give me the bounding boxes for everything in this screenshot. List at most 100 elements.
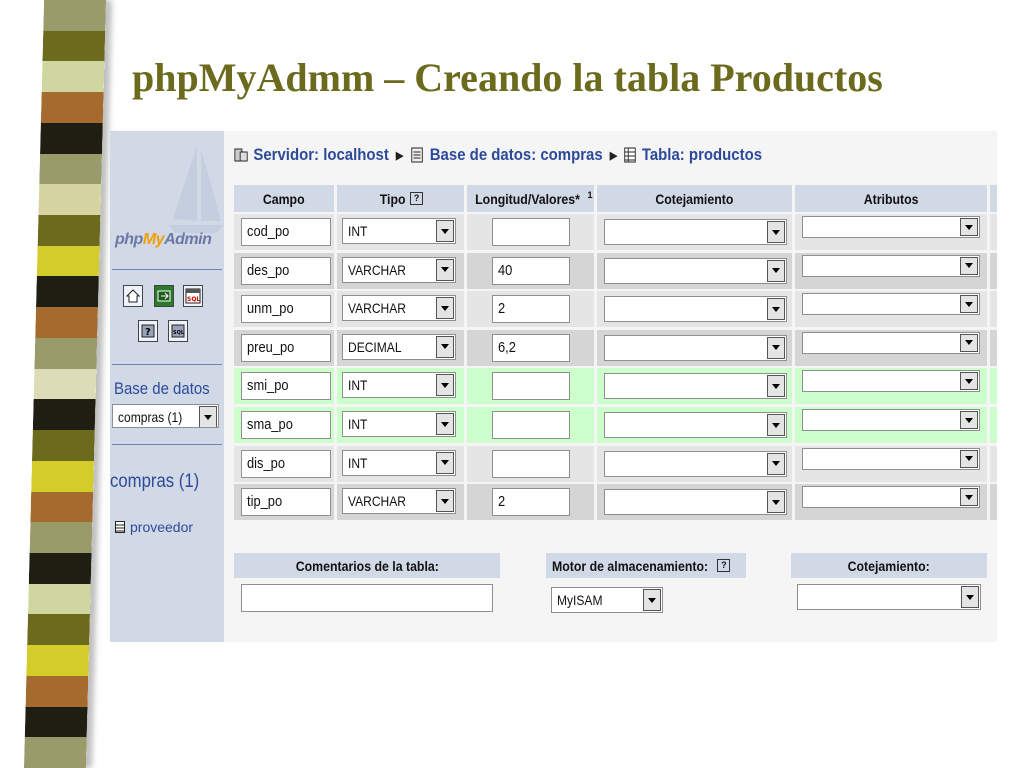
sidebar-table-proveedor[interactable]: proveedor bbox=[115, 519, 193, 535]
chevron-down-icon[interactable] bbox=[767, 221, 785, 243]
chevron-down-icon[interactable] bbox=[436, 258, 454, 281]
table-collation-select[interactable] bbox=[797, 584, 981, 610]
chevron-down-icon[interactable] bbox=[960, 488, 978, 507]
breadcrumb-server-label: Servidor: localhost bbox=[253, 145, 389, 164]
field-attributes-select[interactable] bbox=[802, 331, 980, 354]
chevron-down-icon[interactable] bbox=[961, 586, 979, 608]
storage-engine-value: MyISAM bbox=[557, 592, 603, 608]
breadcrumb-database-label: Base de datos: compras bbox=[429, 145, 603, 164]
field-collation-select[interactable] bbox=[604, 412, 787, 438]
svg-text:SQL: SQL bbox=[173, 330, 185, 336]
column-header-longitud: Longitud/Valores* 1 bbox=[467, 185, 594, 212]
field-length-input[interactable]: 2 bbox=[492, 295, 570, 324]
column-header-cotejamiento: Cotejamiento bbox=[597, 185, 792, 212]
field-name-input[interactable]: cod_po bbox=[241, 218, 331, 246]
field-type-select[interactable]: VARCHAR bbox=[342, 256, 456, 283]
chevron-down-icon[interactable] bbox=[767, 452, 785, 475]
field-name-input[interactable]: des_po bbox=[241, 256, 331, 285]
chevron-down-icon[interactable] bbox=[436, 413, 454, 435]
stripe bbox=[38, 184, 102, 217]
chevron-down-icon[interactable] bbox=[436, 220, 454, 242]
chevron-down-icon[interactable] bbox=[643, 589, 661, 611]
home-icon[interactable] bbox=[123, 285, 143, 307]
stripe bbox=[31, 430, 95, 462]
field-attributes-select[interactable] bbox=[802, 486, 980, 509]
chevron-down-icon[interactable] bbox=[767, 414, 785, 436]
database-select[interactable]: compras (1) bbox=[112, 404, 219, 428]
help-icon[interactable]: ? bbox=[410, 192, 424, 205]
field-type-select[interactable]: INT bbox=[342, 372, 456, 399]
chevron-down-icon[interactable] bbox=[436, 335, 454, 358]
field-length-input[interactable]: 2 bbox=[492, 488, 570, 517]
chevron-down-icon[interactable] bbox=[960, 295, 978, 314]
sql-docs-icon[interactable]: SQL bbox=[168, 320, 188, 342]
chevron-down-icon[interactable] bbox=[767, 375, 785, 398]
field-type-select[interactable]: INT bbox=[342, 449, 456, 476]
field-type-select[interactable]: VARCHAR bbox=[342, 295, 456, 322]
field-attributes-select[interactable] bbox=[802, 447, 980, 470]
chevron-down-icon[interactable] bbox=[960, 218, 978, 236]
sql-query-icon[interactable]: SQL bbox=[183, 285, 203, 307]
help-icon[interactable]: ? bbox=[717, 559, 731, 572]
field-name-input[interactable]: smi_po bbox=[241, 372, 331, 401]
field-attributes-select[interactable] bbox=[802, 409, 980, 431]
chevron-down-icon[interactable] bbox=[436, 297, 454, 320]
table-row: des_po VARCHAR 40 bbox=[234, 252, 997, 289]
database-name-link[interactable]: compras (1) bbox=[110, 471, 199, 493]
chevron-down-icon[interactable] bbox=[960, 256, 978, 275]
stripe bbox=[29, 522, 93, 554]
chevron-down-icon[interactable] bbox=[960, 372, 978, 391]
chevron-down-icon[interactable] bbox=[767, 491, 785, 514]
chevron-down-icon[interactable] bbox=[960, 449, 978, 468]
column-header-campo: Campo bbox=[234, 185, 334, 212]
field-name-input[interactable]: dis_po bbox=[241, 449, 331, 478]
chevron-down-icon[interactable] bbox=[960, 333, 978, 352]
field-length-input[interactable] bbox=[492, 218, 570, 246]
chevron-down-icon[interactable] bbox=[767, 259, 785, 282]
breadcrumb-server[interactable]: Servidor: localhost bbox=[234, 145, 389, 165]
field-type-select[interactable]: INT bbox=[342, 218, 456, 244]
field-name-input[interactable]: sma_po bbox=[241, 411, 331, 439]
field-collation-select[interactable] bbox=[604, 489, 787, 516]
help-icon[interactable]: ? bbox=[138, 320, 158, 342]
table-comments-input[interactable] bbox=[241, 584, 493, 612]
field-length-input[interactable] bbox=[492, 372, 570, 401]
breadcrumb-table[interactable]: Tabla: productos bbox=[624, 145, 762, 165]
field-collation-select[interactable] bbox=[604, 219, 787, 245]
field-attributes-select[interactable] bbox=[802, 293, 980, 316]
field-name-input[interactable]: unm_po bbox=[241, 295, 331, 324]
stripe bbox=[35, 307, 99, 339]
field-type-select[interactable]: INT bbox=[342, 411, 456, 437]
field-attributes-select[interactable] bbox=[802, 370, 980, 393]
field-name-input[interactable]: preu_po bbox=[241, 333, 331, 362]
field-collation-select[interactable] bbox=[604, 450, 787, 477]
chevron-down-icon[interactable] bbox=[767, 336, 785, 359]
chevron-down-icon[interactable] bbox=[436, 374, 454, 397]
chevron-down-icon[interactable] bbox=[960, 411, 978, 429]
stripe bbox=[32, 399, 96, 432]
field-length-input[interactable]: 6,2 bbox=[492, 333, 570, 362]
field-length-input[interactable]: 40 bbox=[492, 256, 570, 285]
field-length-input[interactable] bbox=[492, 411, 570, 439]
chevron-down-icon[interactable] bbox=[199, 406, 217, 427]
field-length-input[interactable] bbox=[492, 449, 570, 478]
exit-icon[interactable] bbox=[154, 285, 174, 307]
column-header-footnote: 1 bbox=[587, 189, 593, 200]
field-collation-select[interactable] bbox=[604, 296, 787, 323]
breadcrumb-database[interactable]: Base de datos: compras bbox=[410, 145, 603, 165]
storage-engine-select[interactable]: MyISAM bbox=[551, 587, 663, 613]
field-attributes-select[interactable] bbox=[802, 216, 980, 238]
field-type-select[interactable]: DECIMAL bbox=[342, 333, 456, 360]
field-attributes-select[interactable] bbox=[802, 254, 980, 277]
storage-engine-header: Motor de almacenamiento:? bbox=[546, 553, 746, 578]
breadcrumb-arrow-icon: ▶ bbox=[395, 149, 404, 162]
field-collation-select[interactable] bbox=[604, 373, 787, 400]
phpmyadmin-logo[interactable]: phpMyAdmin bbox=[115, 231, 212, 249]
field-collation-select[interactable] bbox=[604, 334, 787, 361]
field-collation-select[interactable] bbox=[604, 257, 787, 284]
field-name-input[interactable]: tip_po bbox=[241, 488, 331, 517]
chevron-down-icon[interactable] bbox=[767, 298, 785, 321]
field-type-select[interactable]: VARCHAR bbox=[342, 488, 456, 515]
chevron-down-icon[interactable] bbox=[436, 451, 454, 474]
chevron-down-icon[interactable] bbox=[436, 490, 454, 513]
